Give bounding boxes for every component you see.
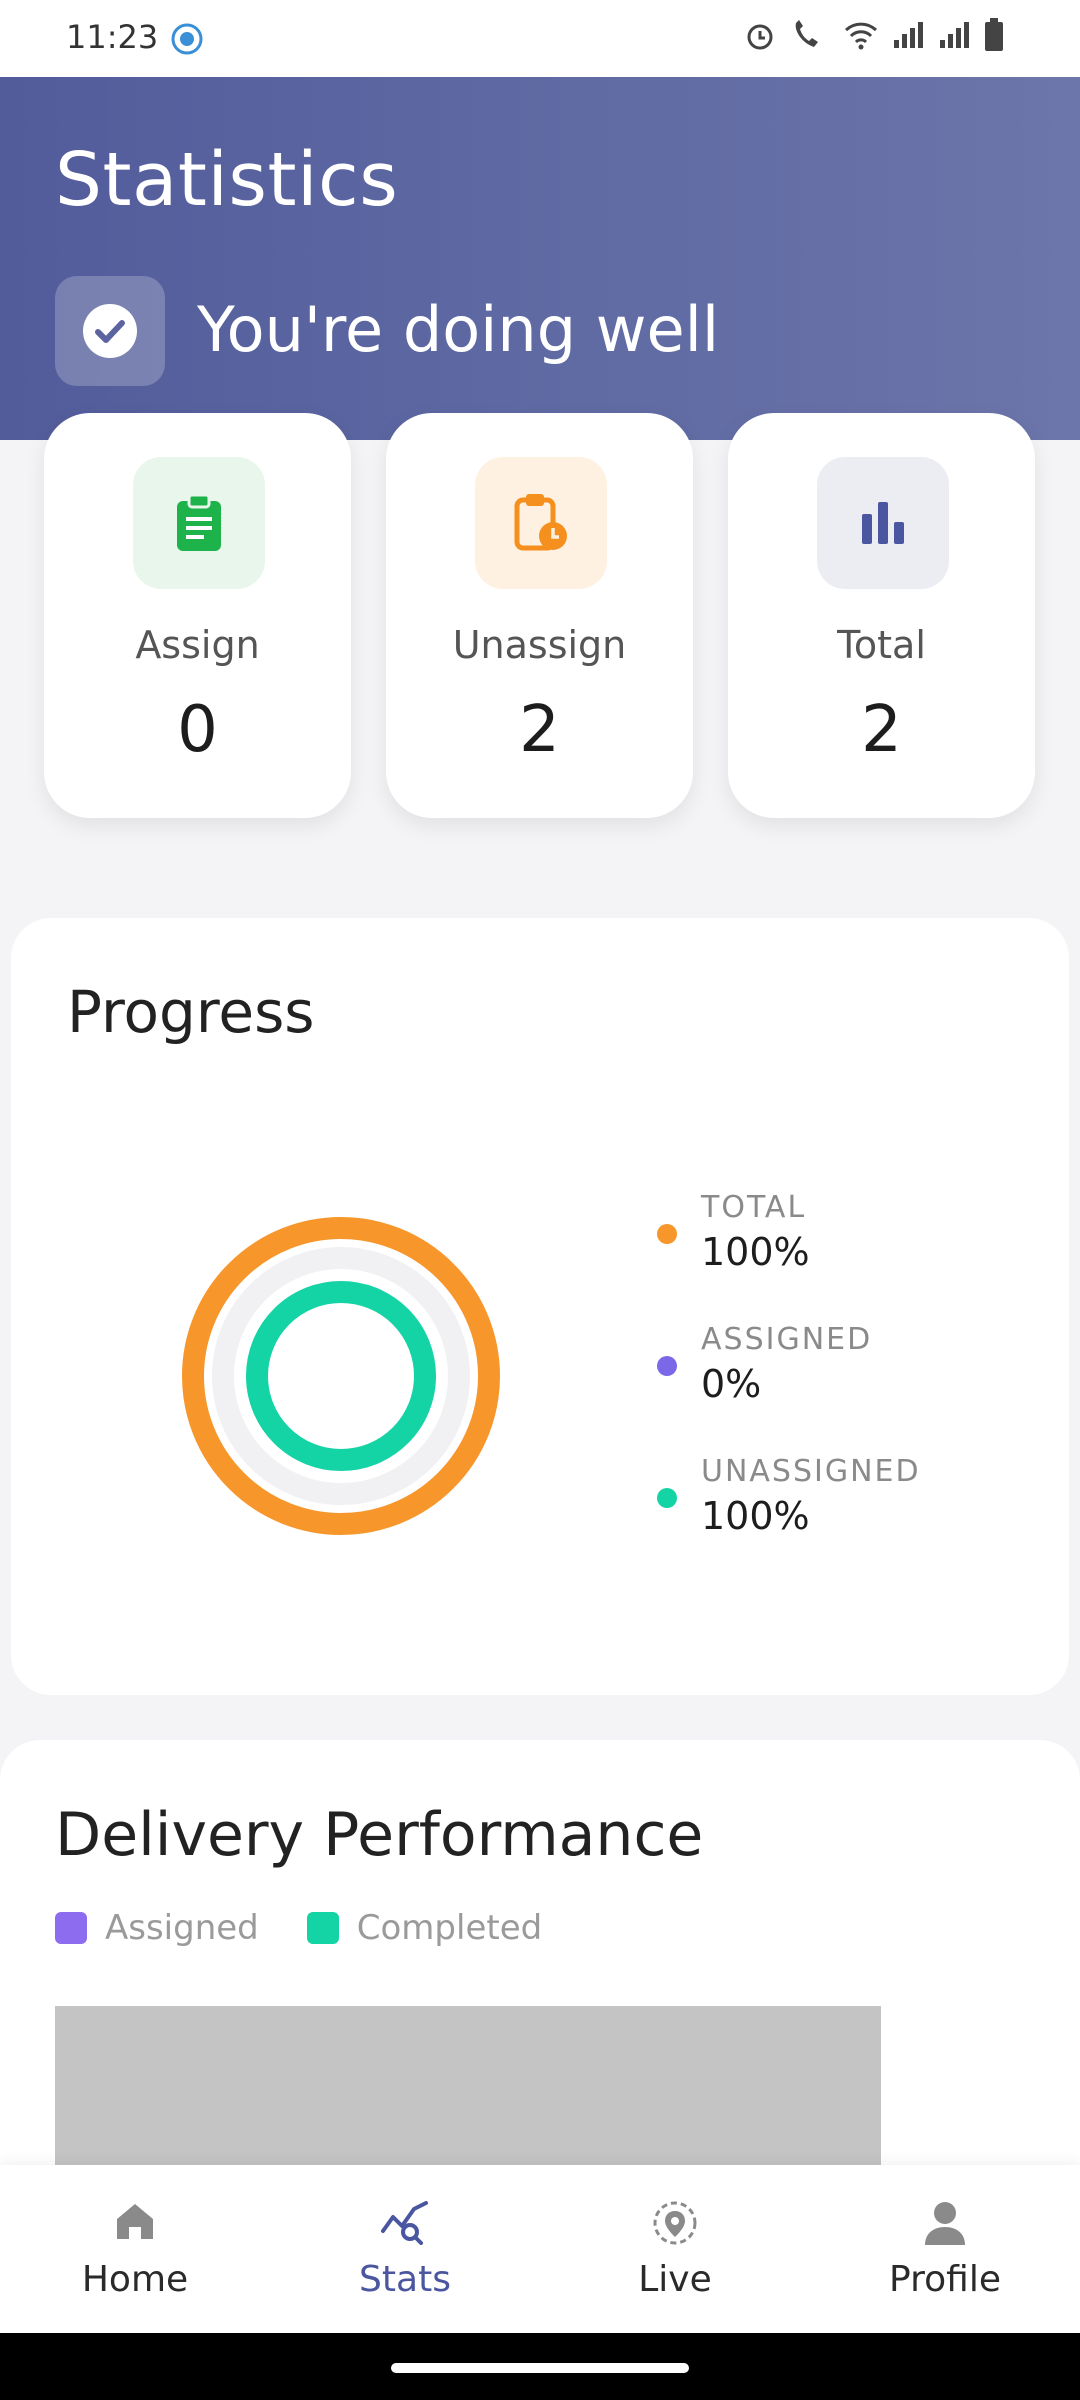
- legend-label: ASSIGNED: [701, 1322, 873, 1357]
- stat-card-total[interactable]: Total 2: [728, 413, 1035, 818]
- legend-dot: [657, 1488, 677, 1508]
- system-gesture-bar: [0, 2333, 1080, 2400]
- nav-item-stats[interactable]: Stats: [270, 2165, 540, 2333]
- progress-card: Progress TOTAL 100% ASSIGNED 0% UNASSIGN…: [11, 918, 1069, 1695]
- bar-chart-icon: [817, 457, 949, 589]
- legend-label: Assigned: [105, 1908, 259, 1948]
- legend-label: Completed: [356, 1908, 543, 1948]
- person-icon: [923, 2199, 967, 2251]
- performance-chart-placeholder: [55, 2006, 881, 2186]
- progress-title: Progress: [67, 978, 315, 1046]
- nav-item-home[interactable]: Home: [0, 2165, 270, 2333]
- check-badge: [55, 276, 165, 386]
- clipboard-icon: [133, 457, 265, 589]
- legend-label: TOTAL: [701, 1190, 807, 1225]
- assigned-swatch: [55, 1912, 87, 1944]
- stat-card-assign[interactable]: Assign 0: [44, 413, 351, 818]
- unassigned-ring: [246, 1281, 436, 1471]
- legend-value: 100%: [701, 1230, 810, 1274]
- home-icon: [113, 2199, 157, 2247]
- home-gesture-handle[interactable]: [391, 2363, 689, 2373]
- delivery-performance-title: Delivery Performance: [55, 1800, 704, 1870]
- status-time: 11:23: [66, 18, 159, 56]
- stat-label: Unassign: [452, 623, 627, 667]
- legend-value: 0%: [701, 1362, 762, 1406]
- wifi-call-icon: [790, 19, 830, 51]
- total-ring: [182, 1217, 500, 1535]
- legend-value: 100%: [701, 1494, 810, 1538]
- signal-icon: [892, 20, 924, 50]
- stat-label: Total: [837, 623, 926, 667]
- clipboard-clock-icon: [475, 457, 607, 589]
- wifi-icon: [844, 20, 878, 50]
- status-bar: 11:23: [0, 0, 1080, 77]
- legend-label: UNASSIGNED: [701, 1454, 921, 1489]
- delivery-performance-card: Delivery Performance Assigned Completed: [0, 1740, 1080, 2186]
- stat-value: 2: [861, 693, 902, 767]
- nav-label: Profile: [889, 2259, 1001, 2300]
- nav-label: Home: [81, 2259, 189, 2300]
- alarm-icon: [744, 19, 776, 51]
- stat-card-unassign[interactable]: Unassign 2: [386, 413, 693, 818]
- stat-label: Assign: [135, 623, 260, 667]
- stat-value: 0: [177, 693, 218, 767]
- stats-icon: [380, 2199, 430, 2249]
- battery-icon: [984, 18, 1004, 52]
- completed-swatch: [306, 1912, 339, 1944]
- legend-dot: [657, 1356, 677, 1376]
- signal-icon: [938, 20, 970, 50]
- header-subtitle: You're doing well: [197, 293, 720, 366]
- stat-value: 2: [519, 693, 560, 767]
- nav-label: Live: [638, 2259, 712, 2300]
- app-notification-icon: [170, 22, 204, 56]
- bottom-navigation: Home Stats Live Profile: [0, 2165, 1080, 2333]
- progress-donut-chart: [182, 1217, 500, 1535]
- check-circle-icon: [83, 304, 137, 358]
- page-title: Statistics: [55, 137, 399, 223]
- legend-dot: [657, 1224, 677, 1244]
- nav-label: Stats: [359, 2259, 451, 2300]
- location-pin-icon: [651, 2199, 699, 2251]
- header: Statistics You're doing well: [0, 77, 1080, 440]
- nav-item-profile[interactable]: Profile: [810, 2165, 1080, 2333]
- nav-item-live[interactable]: Live: [540, 2165, 810, 2333]
- performance-legend: Assigned Completed: [55, 1908, 590, 1948]
